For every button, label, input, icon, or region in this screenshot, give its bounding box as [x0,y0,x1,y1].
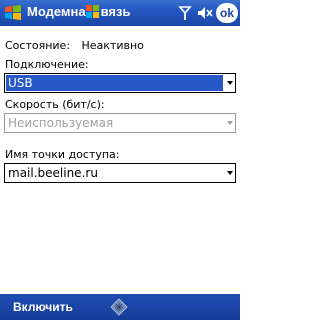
chevron-down-icon[interactable] [227,171,233,175]
modem-settings-form: Состояние: Неактивно Подключение: USB Ск… [0,26,240,294]
speed-value: Неиспользуемая [8,116,114,130]
volume-icon[interactable] [196,3,214,23]
menu-bar: Включить [0,294,240,320]
speed-label: Скорость (бит/с): [5,98,105,111]
apn-dropdown[interactable]: mail.beeline.ru [4,163,236,183]
connection-value: USB [8,76,33,90]
status-label: Состояние: [5,39,71,52]
chevron-down-icon[interactable] [227,81,233,85]
windows-start-icon[interactable] [2,3,24,23]
connection-label: Подключение: [5,58,89,71]
windows-logo-icon [86,4,100,20]
window-title: Модемна вязь [27,4,131,19]
connection-dropdown[interactable]: USB [4,73,236,93]
enable-softkey[interactable]: Включить [13,300,73,314]
ok-button[interactable]: ok [216,3,238,23]
keyboard-sip-icon[interactable] [110,298,128,316]
status-value: Неактивно [81,39,144,52]
apn-label: Имя точки доступа: [5,148,120,161]
signal-antenna-icon[interactable] [176,3,194,23]
status-row: Состояние: Неактивно [5,39,144,52]
chevron-down-icon [227,121,233,125]
speed-dropdown: Неиспользуемая [4,113,236,133]
title-bar: Модемна вязь ok [0,0,240,26]
selection-highlight [6,75,223,91]
apn-value: mail.beeline.ru [8,166,98,180]
